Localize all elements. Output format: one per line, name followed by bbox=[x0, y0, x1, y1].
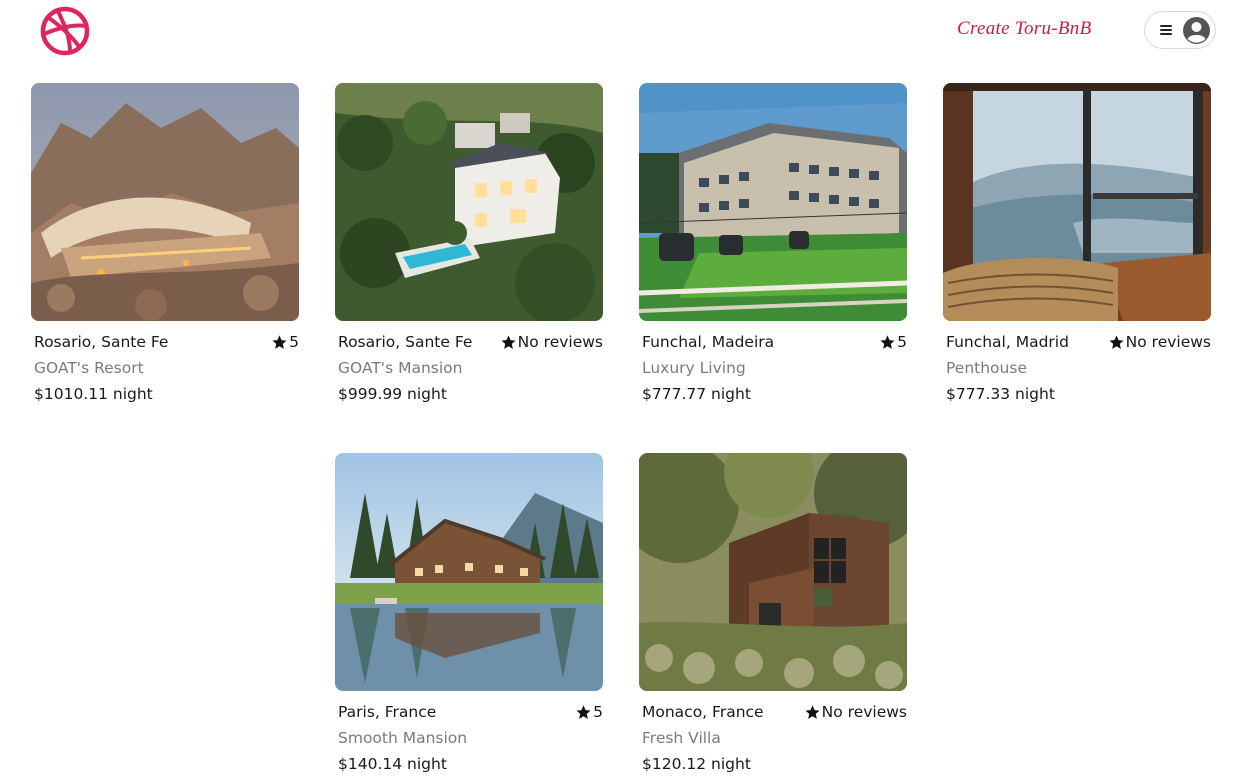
profile-menu-button[interactable] bbox=[1144, 11, 1216, 49]
listing-card[interactable]: Paris, France 5 Smooth Mansion $140.14 n… bbox=[335, 453, 603, 777]
dribbble-logo-icon[interactable] bbox=[40, 6, 90, 56]
listing-image-desert-resort[interactable] bbox=[31, 83, 299, 321]
listing-title: GOAT's Resort bbox=[34, 359, 144, 377]
rating-value: No reviews bbox=[517, 333, 603, 351]
listing-location: Rosario, Sante Fe bbox=[338, 333, 473, 351]
listing-title: Fresh Villa bbox=[642, 729, 721, 747]
star-icon bbox=[1109, 334, 1124, 349]
listing-price: $140.14 night bbox=[338, 755, 447, 773]
star-icon bbox=[880, 334, 895, 349]
listing-price: $999.99 night bbox=[338, 385, 447, 403]
listing-image-mountain-lodge[interactable] bbox=[639, 83, 907, 321]
listing-card[interactable]: Funchal, Madrid No reviews Penthouse $77… bbox=[943, 83, 1211, 407]
rating-value: 5 bbox=[593, 703, 603, 721]
rating-value: 5 bbox=[897, 333, 907, 351]
listing-image-ocean-bedroom[interactable] bbox=[943, 83, 1211, 321]
listing-rating: No reviews bbox=[804, 703, 907, 721]
listing-rating: 5 bbox=[575, 703, 603, 721]
listing-title: Smooth Mansion bbox=[338, 729, 468, 747]
listing-location: Funchal, Madrid bbox=[946, 333, 1069, 351]
star-icon bbox=[576, 704, 591, 719]
rating-value: No reviews bbox=[821, 703, 907, 721]
listing-image-hillside-mansion[interactable] bbox=[335, 83, 603, 321]
listing-location: Monaco, France bbox=[642, 703, 764, 721]
listing-title: GOAT's Mansion bbox=[338, 359, 463, 377]
listing-rating: 5 bbox=[879, 333, 907, 351]
listing-location: Funchal, Madeira bbox=[642, 333, 775, 351]
listing-card[interactable]: Monaco, France No reviews Fresh Villa $1… bbox=[639, 453, 907, 777]
listing-image-modern-villa[interactable] bbox=[639, 453, 907, 691]
star-icon bbox=[272, 334, 287, 349]
rating-value: No reviews bbox=[1125, 333, 1211, 351]
user-avatar-icon bbox=[1182, 16, 1211, 45]
listing-card[interactable]: Funchal, Madeira 5 Luxury Living $777.77… bbox=[639, 83, 907, 407]
star-icon bbox=[501, 334, 516, 349]
listing-image-lakeside-lodge[interactable] bbox=[335, 453, 603, 691]
star-icon bbox=[805, 704, 820, 719]
listing-location: Rosario, Sante Fe bbox=[34, 333, 169, 351]
listing-card[interactable]: Rosario, Sante Fe No reviews GOAT's Mans… bbox=[335, 83, 603, 407]
listing-title: Penthouse bbox=[946, 359, 1027, 377]
listing-title: Luxury Living bbox=[642, 359, 746, 377]
create-listing-link[interactable]: Create Toru-BnB bbox=[957, 18, 1092, 40]
listing-rating: No reviews bbox=[1108, 333, 1211, 351]
listing-price: $777.33 night bbox=[946, 385, 1055, 403]
listing-price: $1010.11 night bbox=[34, 385, 153, 403]
rating-value: 5 bbox=[289, 333, 299, 351]
listing-price: $120.12 night bbox=[642, 755, 751, 773]
listing-location: Paris, France bbox=[338, 703, 437, 721]
hamburger-icon bbox=[1160, 25, 1172, 35]
top-nav: Create Toru-BnB bbox=[0, 0, 1246, 62]
listing-rating: No reviews bbox=[500, 333, 603, 351]
listing-card[interactable]: Rosario, Sante Fe 5 GOAT's Resort $1010.… bbox=[31, 83, 299, 407]
listing-rating: 5 bbox=[271, 333, 299, 351]
listing-price: $777.77 night bbox=[642, 385, 751, 403]
